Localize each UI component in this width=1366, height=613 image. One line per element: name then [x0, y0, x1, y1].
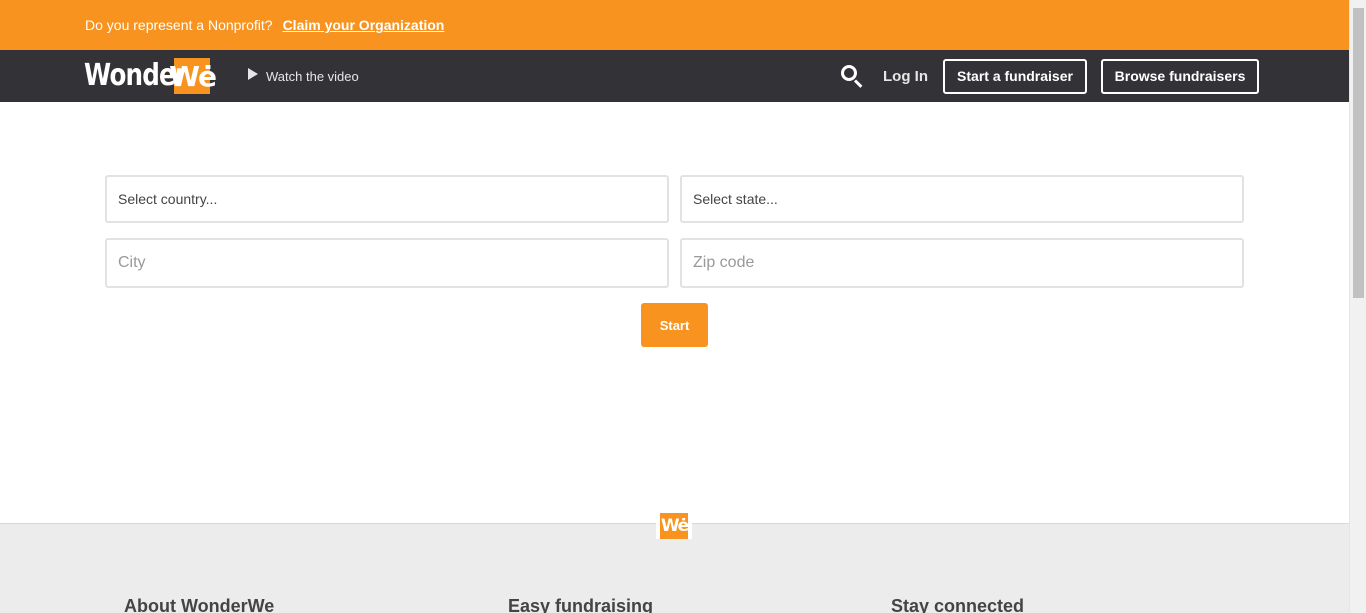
start-fundraiser-button[interactable]: Start a fundraiser [943, 58, 1087, 94]
country-select[interactable]: Select country... [105, 175, 669, 223]
start-button[interactable]: Start [641, 303, 708, 347]
scrollbar-thumb[interactable] [1353, 8, 1364, 298]
watch-video-link[interactable]: Watch the video [248, 68, 359, 84]
play-icon [248, 68, 258, 80]
claim-organization-link[interactable]: Claim your Organization [283, 17, 445, 33]
location-select-row: Select country... Select state... [105, 175, 1244, 223]
page: Do you represent a Nonprofit? Claim your… [0, 0, 1349, 613]
browse-fundraisers-button[interactable]: Browse fundraisers [1101, 58, 1259, 94]
state-select[interactable]: Select state... [680, 175, 1244, 223]
location-input-row: City Zip code [105, 238, 1244, 288]
watch-video-label: Watch the video [266, 68, 359, 84]
nav-actions: Log In Start a fundraiser Browse fundrai… [839, 50, 1259, 102]
top-nav: Wonder Wė Watch the video Log In Start a… [0, 50, 1349, 102]
banner-question: Do you represent a Nonprofit? [85, 17, 273, 33]
logo-wordmark: Wonder [84, 58, 187, 93]
vertical-scrollbar[interactable] [1349, 0, 1366, 613]
footer-logo: Wė [656, 513, 692, 539]
zip-code-input[interactable]: Zip code [680, 238, 1244, 288]
footer-logo-mark: Wė [660, 513, 689, 539]
footer-about-heading: About WonderWe [124, 596, 275, 613]
footer: Wė About WonderWe Easy fundraising Stay … [0, 513, 1349, 613]
footer-stay-connected-heading: Stay connected [891, 596, 1025, 613]
login-link[interactable]: Log In [883, 68, 928, 85]
wonderwe-logo[interactable]: Wonder Wė [84, 58, 217, 94]
footer-easy-fundraising-heading: Easy fundraising [508, 596, 654, 613]
search-icon[interactable] [839, 63, 865, 89]
city-input[interactable]: City [105, 238, 669, 288]
nonprofit-banner: Do you represent a Nonprofit? Claim your… [0, 0, 1349, 50]
